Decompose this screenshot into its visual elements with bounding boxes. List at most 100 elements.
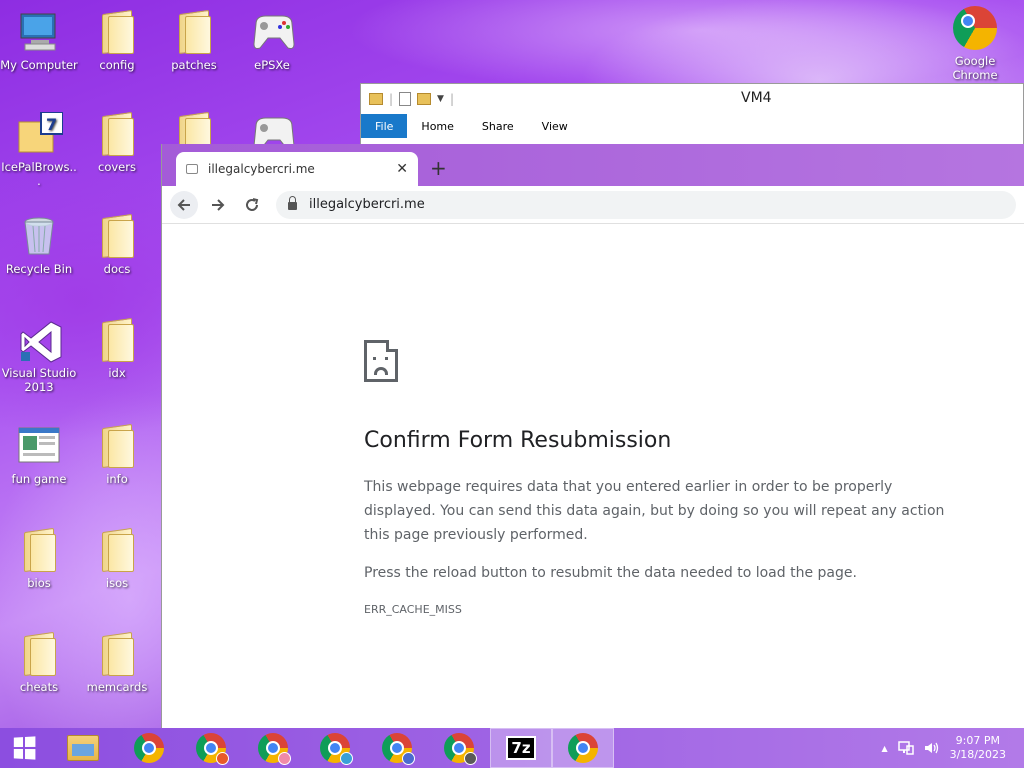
- folder-icon: [100, 424, 134, 468]
- desktop-icon-label: config: [99, 58, 135, 72]
- separator: |: [449, 92, 455, 106]
- tab-strip: illegalcybercri.me ✕ +: [162, 144, 1024, 186]
- back-button[interactable]: [170, 190, 198, 219]
- recycle-bin-icon: [17, 214, 61, 258]
- taskbar-chrome-4[interactable]: [304, 728, 366, 768]
- visual-studio-icon: [17, 318, 62, 363]
- error-title: Confirm Form Resubmission: [364, 428, 672, 453]
- arrow-right-icon: [212, 198, 225, 211]
- taskbar-7zip[interactable]: 7z: [490, 728, 552, 768]
- chrome-profile-icon: [444, 733, 477, 765]
- taskbar: 7z ▲ 9:07 PM 3/18/2023: [0, 728, 1024, 768]
- folder-icon: [100, 318, 134, 362]
- start-button[interactable]: [0, 728, 48, 768]
- desktop-icon-info[interactable]: info: [78, 424, 156, 486]
- icepal-icon: 7: [17, 111, 64, 156]
- explorer-titlebar[interactable]: | ▼ | VM4: [361, 84, 1023, 114]
- desktop-icon-covers[interactable]: covers: [78, 112, 156, 174]
- browser-toolbar: illegalcybercri.me: [162, 186, 1024, 224]
- chrome-icon: [134, 733, 164, 763]
- desktop-icon-label: isos: [105, 576, 129, 590]
- desktop-icon-bios[interactable]: bios: [0, 528, 78, 590]
- quick-access-toolbar: | ▼ |: [369, 92, 454, 106]
- computer-icon: [17, 10, 61, 54]
- clock-time: 9:07 PM: [955, 734, 1000, 747]
- properties-icon[interactable]: [399, 92, 412, 106]
- desktop-icon-epsxe[interactable]: ePSXe: [233, 10, 311, 72]
- gamepad-icon: [250, 10, 295, 54]
- lock-icon[interactable]: [288, 196, 297, 210]
- svg-text:7: 7: [46, 115, 57, 134]
- address-bar[interactable]: illegalcybercri.me: [276, 190, 1016, 219]
- ribbon-tab-file[interactable]: File: [361, 114, 408, 138]
- system-tray: ▲ 9:07 PM 3/18/2023: [881, 734, 1024, 762]
- application-icon: [17, 424, 61, 468]
- favicon-icon: [186, 164, 198, 174]
- desktop-icon-label: My Computer: [0, 58, 78, 72]
- tab-close-button[interactable]: ✕: [396, 161, 408, 177]
- clock-date: 3/18/2023: [949, 748, 1006, 761]
- chrome-profile-icon: [382, 733, 415, 765]
- desktop-icon-fun-game[interactable]: fun game: [0, 424, 78, 486]
- desktop-icon-label: docs: [103, 262, 131, 276]
- desktop-icon-docs[interactable]: docs: [78, 214, 156, 276]
- taskbar-chrome-5[interactable]: [366, 728, 428, 768]
- desktop-icon-label: ePSXe: [254, 58, 290, 72]
- windows-logo-icon: [13, 736, 36, 760]
- folder-icon: [177, 10, 211, 54]
- error-instruction: Press the reload button to resubmit the …: [364, 565, 857, 581]
- desktop-icon-patches[interactable]: patches: [155, 10, 233, 72]
- separator: |: [389, 92, 394, 106]
- desktop-icon-recycle-bin[interactable]: Recycle Bin: [0, 214, 78, 276]
- show-hidden-icons-button[interactable]: ▲: [881, 744, 887, 753]
- chrome-profile-icon: [320, 733, 353, 765]
- new-folder-icon[interactable]: [417, 93, 432, 105]
- desktop-icon-label: covers: [98, 160, 136, 174]
- folder-icon: [100, 632, 134, 676]
- taskbar-chrome-6[interactable]: [428, 728, 490, 768]
- volume-icon[interactable]: [924, 741, 940, 755]
- taskbar-file-explorer[interactable]: [48, 728, 118, 768]
- folder-icon: [100, 112, 134, 156]
- desktop-icon-my-computer[interactable]: My Computer: [0, 10, 78, 72]
- reload-button[interactable]: [238, 191, 266, 219]
- ribbon-tab-view[interactable]: View: [528, 115, 582, 138]
- taskbar-chrome-3[interactable]: [242, 728, 304, 768]
- window-title: VM4: [741, 90, 772, 106]
- taskbar-chrome-active[interactable]: [552, 728, 614, 768]
- chrome-icon: [568, 733, 598, 763]
- tab-title: illegalcybercri.me: [208, 162, 315, 176]
- desktop-icon-google-chrome[interactable]: Google Chrome: [936, 6, 1014, 82]
- chrome-icon: [953, 6, 997, 50]
- chrome-profile-icon: [258, 733, 291, 765]
- folder-icon: [369, 93, 383, 105]
- new-tab-button[interactable]: +: [430, 156, 447, 180]
- forward-button[interactable]: [204, 191, 232, 219]
- chrome-profile-icon: [196, 733, 229, 765]
- error-description: This webpage requires data that you ente…: [364, 479, 945, 543]
- desktop-icon-visual-studio[interactable]: Visual Studio 2013: [0, 318, 78, 394]
- desktop-icon-label: Google Chrome: [952, 54, 998, 82]
- chevron-down-icon[interactable]: ▼: [437, 94, 444, 104]
- chrome-window[interactable]: illegalcybercri.me ✕ + illegalcybercri.m…: [161, 144, 1024, 728]
- ribbon-tab-share[interactable]: Share: [468, 115, 528, 138]
- reload-icon: [246, 197, 259, 211]
- desktop-icon-config[interactable]: config: [78, 10, 156, 72]
- browser-tab[interactable]: illegalcybercri.me ✕: [176, 152, 418, 186]
- sevenzip-icon: 7z: [506, 736, 536, 760]
- folder-icon: [22, 528, 56, 572]
- ribbon-tab-home[interactable]: Home: [407, 115, 467, 138]
- desktop-icon-cheats[interactable]: cheats: [0, 632, 78, 694]
- desktop-icon-icepalbrowser[interactable]: 7 IcePalBrows...: [0, 111, 78, 188]
- folder-icon: [100, 214, 134, 258]
- desktop-icon-isos[interactable]: isos: [78, 528, 156, 590]
- desktop-icon-label: fun game: [11, 472, 67, 486]
- taskbar-chrome-1[interactable]: [118, 728, 180, 768]
- network-icon[interactable]: [897, 741, 914, 755]
- clock[interactable]: 9:07 PM 3/18/2023: [950, 734, 1006, 762]
- address-url: illegalcybercri.me: [309, 197, 425, 212]
- sad-page-icon: [364, 340, 398, 382]
- desktop-icon-memcards[interactable]: memcards: [78, 632, 156, 694]
- taskbar-chrome-2[interactable]: [180, 728, 242, 768]
- desktop-icon-idx[interactable]: idx: [78, 318, 156, 380]
